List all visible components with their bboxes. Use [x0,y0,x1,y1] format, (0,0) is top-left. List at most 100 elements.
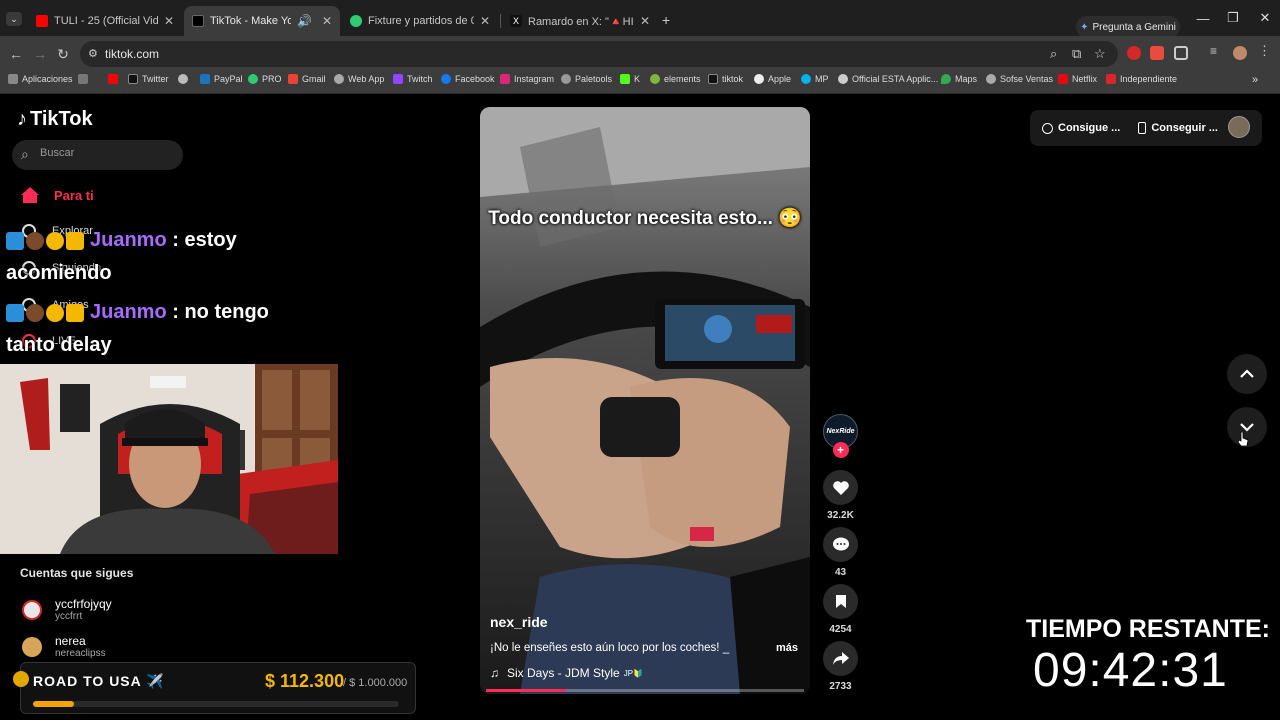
bookmark-instagram[interactable]: Instagram [500,74,554,84]
bookmark-gmail[interactable]: Gmail [288,74,326,84]
webcam-scene [0,364,338,554]
bookmark-paypal[interactable]: PayPal [200,74,243,84]
tab-fixture[interactable]: Fixture y partidos de 09-08-2024 ✕ [342,6,498,36]
search-box[interactable]: ⌕ [12,140,183,170]
bookmark-maps[interactable]: Maps [941,74,977,84]
tiktok-logo[interactable]: ♪ TikTok [17,108,93,131]
followed-account[interactable]: yccfrfojyqy yccfrrt [22,597,112,622]
money-bag-icon [13,671,29,687]
bookmarks-overflow-icon[interactable]: » [1252,74,1258,86]
close-tab-icon[interactable]: ✕ [322,14,332,28]
search-icon: ⌕ [21,146,29,162]
bookmark-esta[interactable]: Official ESTA Applic... [838,74,938,84]
profile-avatar[interactable] [1228,116,1250,138]
bookmark-youtube[interactable] [108,74,122,84]
reload-button[interactable]: ↻ [53,44,73,64]
video-progress-fill [486,689,566,692]
bookmark-independiente[interactable]: Independiente [1106,74,1177,84]
nav-for-you[interactable]: Para ti [20,186,94,204]
close-tab-icon[interactable]: ✕ [480,14,490,28]
bookmark-circle[interactable] [178,74,192,84]
profile-avatar[interactable] [1233,46,1247,60]
bookmark-sofse[interactable]: Sofse Ventas [986,74,1053,84]
bookmark-webapp[interactable]: Web App [334,74,384,84]
bookmark-twitch[interactable]: Twitch [393,74,433,84]
twitch-icon [393,74,403,84]
tiktok-icon [708,74,718,84]
bookmark-mp[interactable]: MP [801,74,829,84]
share-button[interactable]: 2733 [823,641,858,692]
bookmark-apps[interactable]: Aplicaciones [8,74,73,84]
tab-tiktok[interactable]: TikTok - Make Your Day 🔊 ✕ [184,6,340,36]
top-right-actions: Consigue ... Conseguir ... [1030,110,1262,146]
browser-toolbar: ← → ↻ ⚙ tiktok.com ⌕ ⧉ ☆ ≡ ⋮ [0,36,1280,72]
bookmark-paletools[interactable]: Paletools [561,74,612,84]
account-handle: yccfrrt [55,611,83,622]
bookmark-twitter[interactable]: Twitter [128,74,169,84]
close-tab-icon[interactable]: ✕ [164,14,174,28]
bookmark-facebook[interactable]: Facebook [441,74,495,84]
followed-account[interactable]: nerea nereaclipss [22,634,106,659]
menu-kebab-icon[interactable]: ⋮ [1258,43,1272,58]
music-title: Six Days - JDM Style [507,666,620,680]
tab-title: TULI - 25 (Official Video) - YouTube [54,15,158,27]
bookmark-netflix[interactable]: Netflix [1058,74,1097,84]
more-button[interactable]: más [776,642,798,654]
close-tab-icon[interactable]: ✕ [640,14,650,28]
like-count: 32.2K [827,510,854,521]
video-music[interactable]: ♫ Six Days - JDM Style JP🔰 [490,666,643,680]
video-progress-bar[interactable] [486,689,804,692]
restore-button[interactable]: ❐ [1218,0,1248,36]
extensions-puzzle-icon[interactable] [1174,46,1188,60]
bookmark-apple[interactable]: Apple [754,74,791,84]
gmail-icon [288,74,298,84]
speaker-icon[interactable]: 🔊 [297,14,312,28]
chat-badges [6,297,86,329]
independiente-icon [1106,74,1116,84]
webapp-icon [334,74,344,84]
chat-username: Juanmo [90,301,167,323]
like-button[interactable]: 32.2K [823,470,858,521]
zoom-icon[interactable]: ⌕ [1050,46,1057,62]
extension-red-icon[interactable] [1127,46,1141,60]
search-input[interactable] [40,147,170,159]
timer-value: 09:42:31 [1033,644,1228,697]
author-avatar[interactable]: NexRide + [823,414,858,458]
site-info-icon[interactable]: ⚙ [88,47,98,60]
bookmark-star-icon[interactable]: ☆ [1094,46,1106,62]
mercadopago-icon [801,74,811,84]
get-app-button[interactable]: Consigue ... [1042,122,1120,134]
back-button[interactable]: ← [6,44,26,64]
get-desktop-app-button[interactable]: Conseguir ... [1138,122,1218,134]
minimize-button[interactable]: — [1188,0,1218,36]
bookmark-tiktok[interactable]: tiktok [708,74,743,84]
tab-search-button[interactable]: ⌄ [6,12,22,26]
comment-button[interactable]: 43 [823,527,858,578]
goal-progress-track [33,701,399,707]
gemini-button[interactable]: ✦ Pregunta a Gemini [1076,16,1180,38]
tab-youtube[interactable]: TULI - 25 (Official Video) - YouTube ✕ [28,6,182,36]
bookmark-grid[interactable] [78,74,92,84]
new-tab-button[interactable]: + [662,12,670,28]
media-control-icon[interactable]: ≡ [1210,44,1224,58]
donation-goal-bar: ROAD TO USA ✈️ $ 112.300 / $ 1.000.000 [13,662,416,714]
sofse-icon [986,74,996,84]
install-app-icon[interactable]: ⧉ [1072,46,1081,62]
previous-video-button[interactable] [1227,354,1267,394]
close-window-button[interactable]: ✕ [1250,0,1280,36]
bookmark-elements[interactable]: elements [650,74,701,84]
bookmark-k[interactable]: K [620,74,640,84]
badge-one-icon [46,304,64,323]
video-author[interactable]: nex_ride [490,614,548,630]
tab-x[interactable]: X Ramardo en X: "🔺HILO DEFINITIVO ✕ [502,6,658,36]
share-arrow-icon [823,641,858,676]
extension-pink-icon[interactable] [1150,46,1164,60]
video-player[interactable]: Todo conductor necesita esto... 😳 nex_ri… [480,107,810,694]
account-handle: nereaclipss [55,648,106,659]
address-bar[interactable]: ⚙ tiktok.com ⌕ ⧉ ☆ [80,41,1118,67]
bookmark-pro[interactable]: PRO [248,74,282,84]
badge-one-icon [46,232,64,251]
forward-button[interactable]: → [30,44,50,64]
follow-plus-icon[interactable]: + [832,442,849,458]
save-button[interactable]: 4254 [823,584,858,635]
